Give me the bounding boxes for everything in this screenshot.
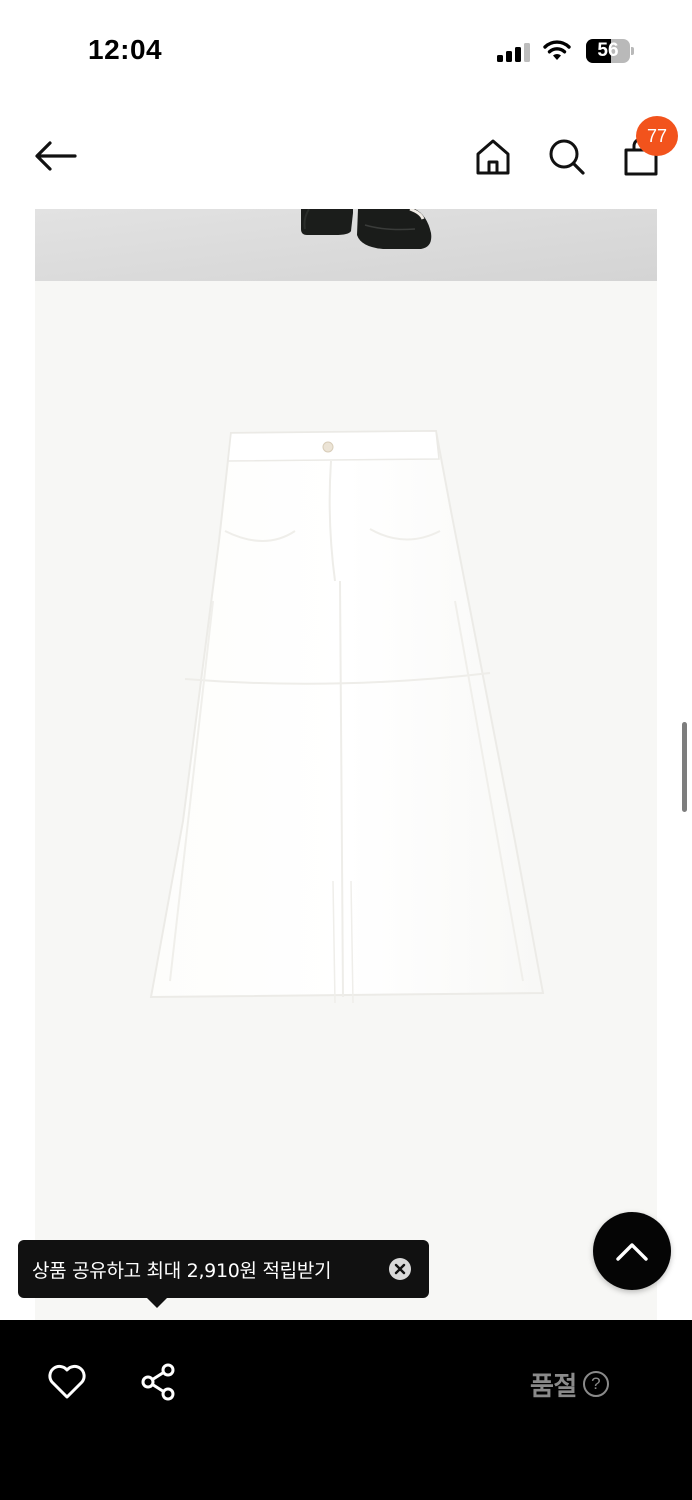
tooltip-close-button[interactable] — [389, 1258, 411, 1280]
back-button[interactable] — [28, 132, 84, 180]
scroll-to-top-button[interactable] — [593, 1212, 671, 1290]
help-icon[interactable]: ? — [582, 1371, 609, 1397]
back-arrow-icon — [35, 141, 77, 171]
share-icon — [141, 1363, 175, 1401]
battery-body: 56 — [586, 39, 630, 63]
product-image[interactable] — [35, 281, 657, 1321]
bottom-action-bar: 품절 ? — [0, 1320, 692, 1500]
tooltip-text: 상품 공유하고 최대 2,910원 적립받기 — [32, 1259, 332, 1282]
tooltip-arrow — [146, 1297, 168, 1308]
home-icon — [476, 139, 510, 175]
share-reward-tooltip: 상품 공유하고 최대 2,910원 적립받기 — [18, 1240, 429, 1298]
model-photo — [35, 209, 657, 281]
heart-icon — [48, 1364, 86, 1399]
battery-cap — [631, 47, 634, 55]
model-photo-image — [35, 209, 657, 281]
scrollbar-thumb[interactable] — [682, 722, 687, 812]
chevron-up-icon — [616, 1243, 648, 1261]
soldout-label: 품절 — [530, 1371, 577, 1402]
close-icon — [394, 1263, 406, 1275]
top-nav — [0, 110, 692, 206]
battery-level: 56 — [597, 40, 619, 61]
signal-icon — [497, 43, 530, 62]
soldout-status: 품절 ? — [530, 1364, 609, 1404]
skirt-image — [149, 429, 545, 1004]
status-time: 12:04 — [88, 34, 163, 65]
search-icon — [549, 139, 585, 175]
wifi-icon — [543, 40, 571, 60]
cart-count-badge: 77 — [636, 116, 678, 156]
battery-icon: 56 — [586, 39, 634, 63]
status-bar: 12:04 56 — [0, 0, 692, 100]
share-button[interactable] — [136, 1360, 180, 1404]
home-button[interactable] — [470, 132, 516, 182]
like-button[interactable] — [44, 1360, 90, 1404]
search-button[interactable] — [544, 132, 590, 182]
